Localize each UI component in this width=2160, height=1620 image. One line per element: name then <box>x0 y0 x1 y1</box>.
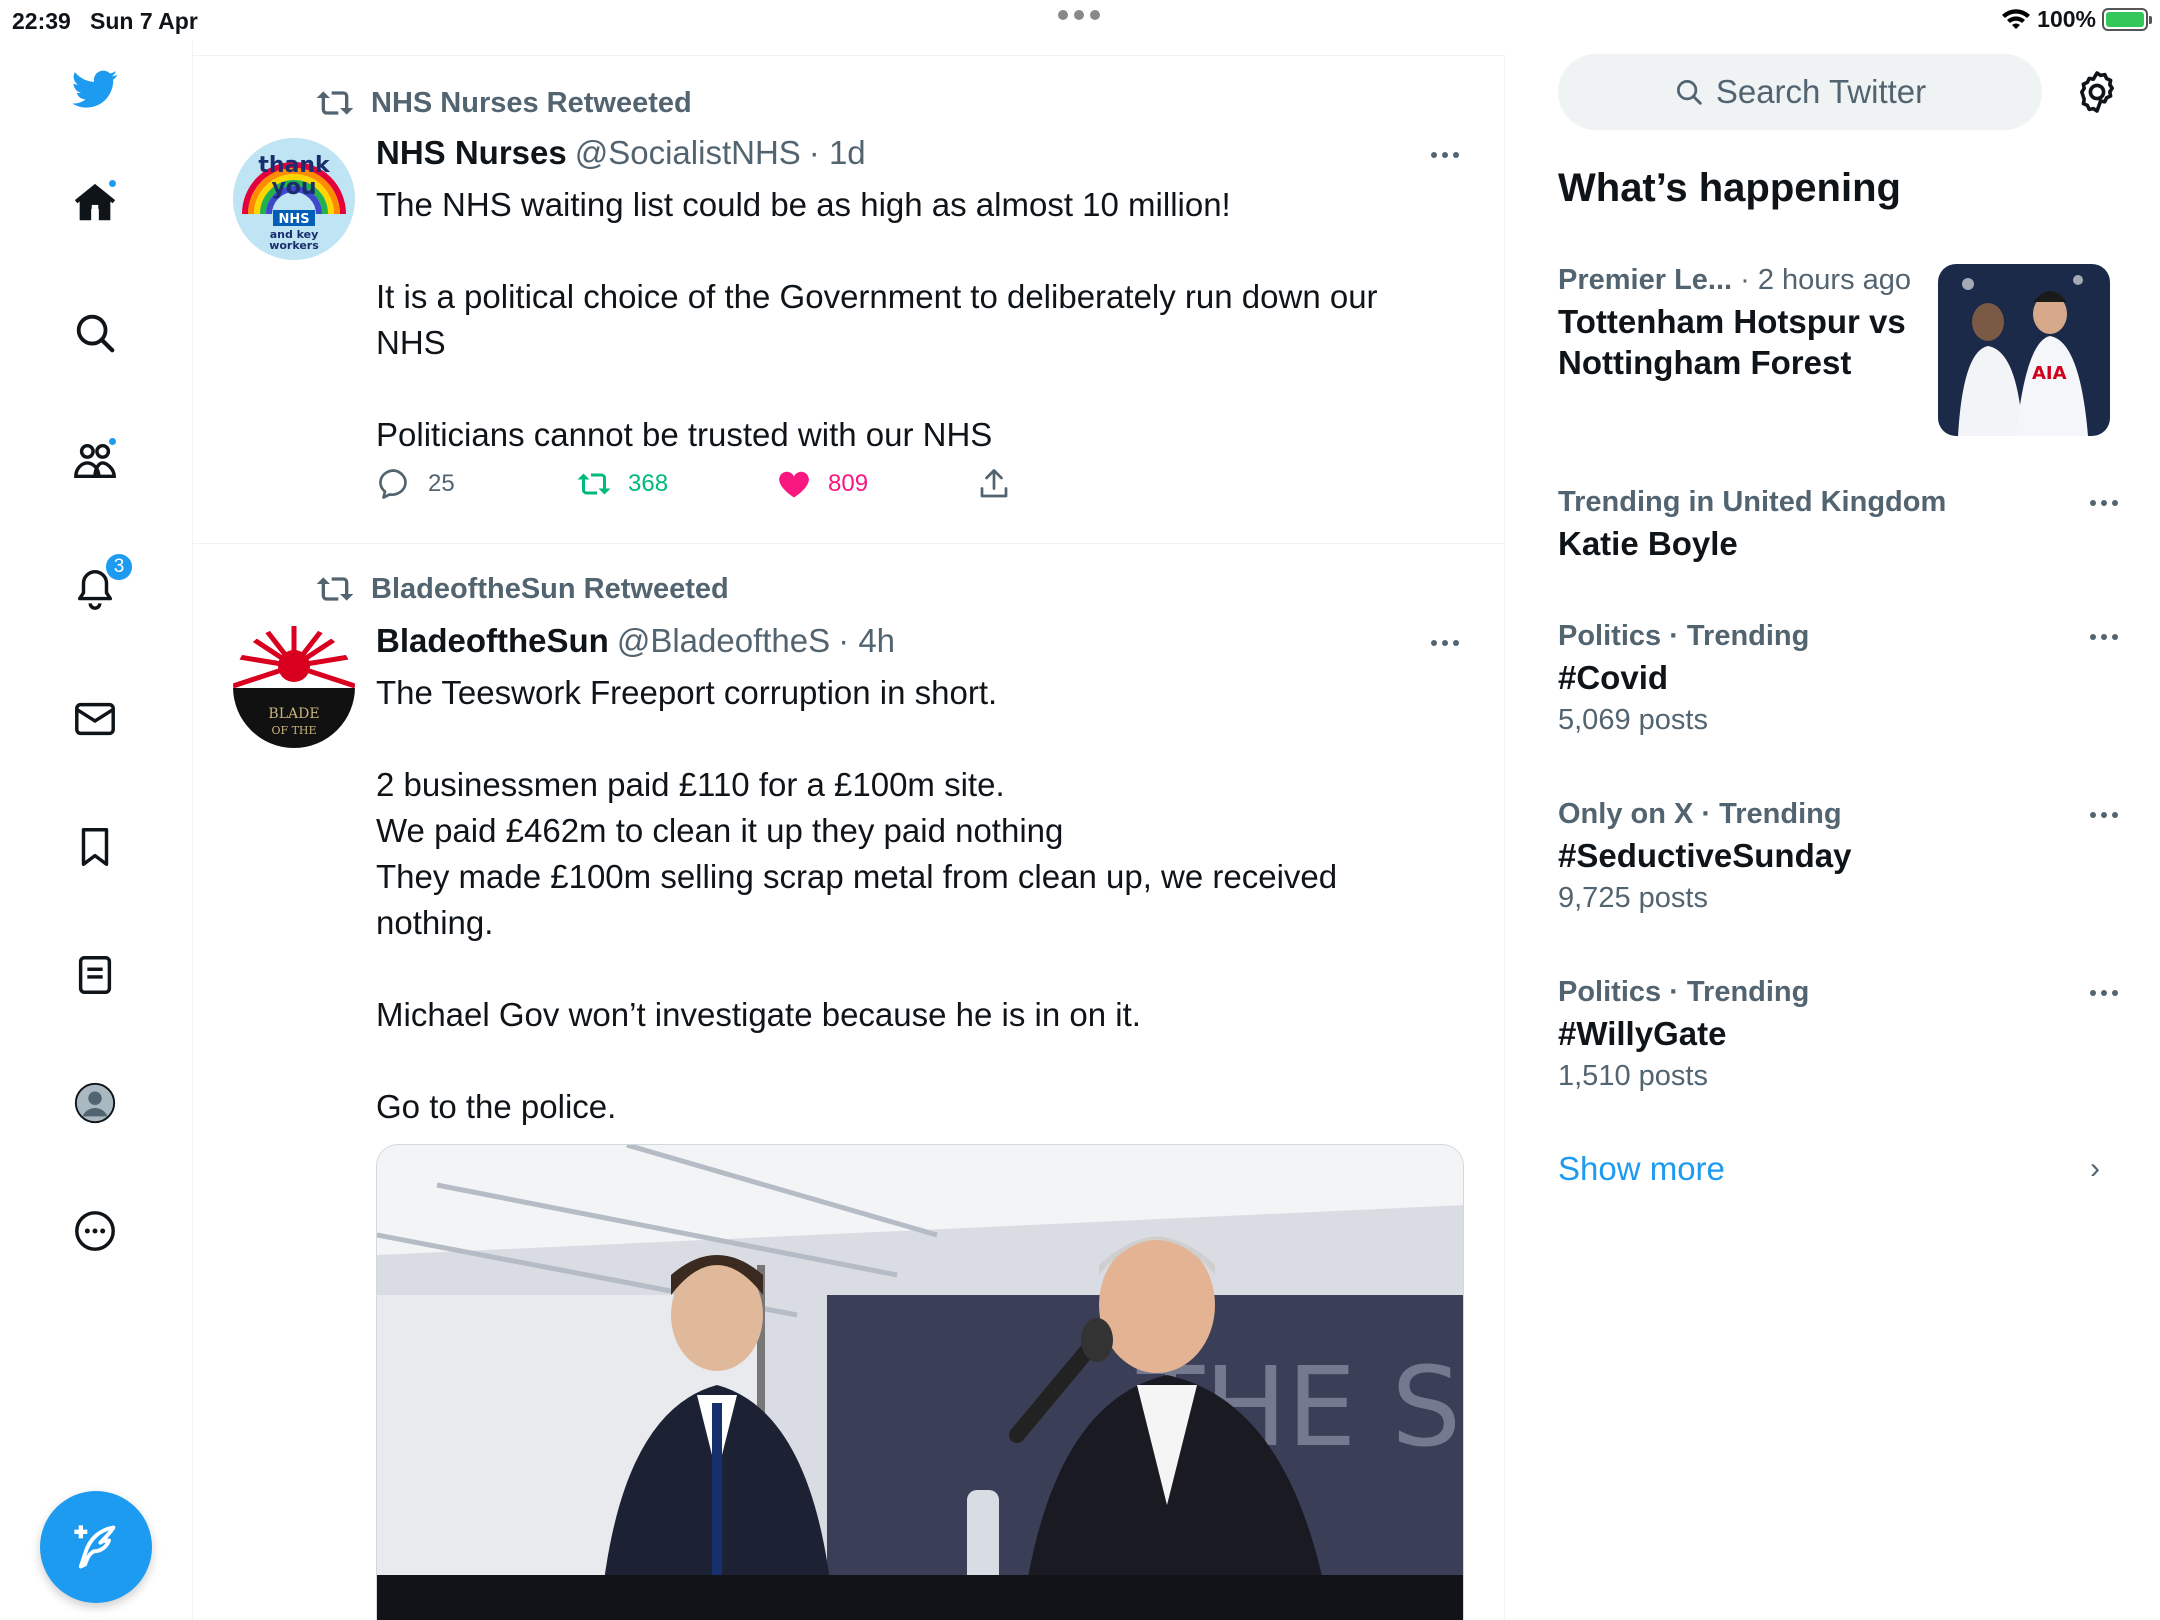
left-navigation: 3 <box>0 40 193 1620</box>
status-bar: 22:39 Sun 7 Apr 100% <box>0 0 2160 40</box>
retweet-icon <box>316 577 354 601</box>
reply-button[interactable]: 25 <box>376 466 576 502</box>
retweet-button[interactable]: 368 <box>576 466 776 502</box>
author-name[interactable]: BladeoftheSun <box>376 622 609 660</box>
chevron-right-icon: › <box>2090 1152 2100 1185</box>
lists-icon[interactable] <box>70 950 120 1000</box>
trend-item[interactable]: Politics · Trending #Covid 5,069 posts <box>1558 620 2118 737</box>
share-icon <box>980 469 1008 498</box>
settings-gear-icon[interactable] <box>2073 68 2121 116</box>
retweet-icon <box>577 473 611 495</box>
author-name[interactable]: NHS Nurses <box>376 134 567 172</box>
tweet-media-image[interactable]: THE SLAG <box>376 1144 1464 1620</box>
trend-item[interactable]: Trending in United Kingdom Katie Boyle <box>1558 486 2118 564</box>
show-more-link[interactable]: Show more <box>1558 1150 1725 1188</box>
heart-icon <box>779 471 809 498</box>
search-icon <box>1676 80 1702 105</box>
tweet-time[interactable]: · 1d <box>809 134 866 172</box>
trend-more-icon[interactable] <box>2090 500 2118 506</box>
tweet-more-icon[interactable] <box>1431 152 1459 158</box>
tweet-text: The Teeswork Freeport corruption in shor… <box>376 674 1338 1125</box>
status-right: 100% <box>2001 6 2152 33</box>
profile-avatar-icon[interactable] <box>70 1078 120 1128</box>
trend-more-icon[interactable] <box>2090 634 2118 640</box>
feather-plus-icon <box>74 1525 116 1569</box>
multitasking-dots[interactable] <box>1058 10 1100 20</box>
communities-unread-dot <box>107 436 118 447</box>
notifications-badge: 3 <box>104 552 134 582</box>
status-time: 22:39 Sun 7 Apr <box>12 8 198 34</box>
svg-text:you: you <box>271 175 316 200</box>
trend-item[interactable]: Premier Le... · 2 hours ago Tottenham Ho… <box>1558 264 1938 383</box>
like-button[interactable]: 809 <box>776 466 976 502</box>
avatar[interactable]: BLADE OF THE <box>233 626 355 748</box>
compose-tweet-button[interactable] <box>40 1491 152 1603</box>
svg-text:BLADE: BLADE <box>268 706 319 722</box>
right-sidebar: Search Twitter What’s happening Premier … <box>1505 40 2160 1620</box>
author-handle[interactable]: @SocialistNHS <box>575 134 801 172</box>
home-unread-dot <box>107 178 118 189</box>
more-options-icon[interactable] <box>70 1206 120 1256</box>
share-button[interactable] <box>976 466 1176 502</box>
wifi-icon <box>2002 8 2031 29</box>
tweet-item[interactable]: NHS Nurses Retweeted thank you NHS and k… <box>193 56 1504 544</box>
tweet-header: NHS Nurses @SocialistNHS · 1d <box>376 134 866 172</box>
trend-thumbnail-image[interactable]: AIA <box>1938 264 2110 436</box>
tweet-text: The NHS waiting list could be as high as… <box>376 186 1378 453</box>
bookmarks-icon[interactable] <box>70 822 120 872</box>
tweet-actions: 25 368 809 <box>376 466 1176 502</box>
battery-icon <box>2102 8 2152 31</box>
reply-icon <box>379 469 407 499</box>
retweeted-by-line: BladeoftheSun Retweeted <box>315 572 729 606</box>
communities-icon[interactable] <box>70 436 120 486</box>
svg-text:AIA: AIA <box>2032 363 2067 384</box>
twitter-logo-icon[interactable] <box>70 64 120 114</box>
whats-happening-heading: What’s happening <box>1558 166 1901 210</box>
battery-percent: 100% <box>2037 6 2096 32</box>
trend-item[interactable]: Politics · Trending #WillyGate 1,510 pos… <box>1558 976 2118 1093</box>
retweeted-by-line: NHS Nurses Retweeted <box>315 86 692 120</box>
trend-item[interactable]: Only on X · Trending #SeductiveSunday 9,… <box>1558 798 2118 915</box>
search-input[interactable]: Search Twitter <box>1558 54 2042 130</box>
avatar[interactable]: thank you NHS and key workers <box>233 138 355 260</box>
trend-more-icon[interactable] <box>2090 812 2118 818</box>
home-icon[interactable] <box>70 178 120 228</box>
author-handle[interactable]: @BladeoftheS <box>617 622 830 660</box>
tweet-header: BladeoftheSun @BladeoftheS · 4h <box>376 622 895 660</box>
svg-text:workers: workers <box>269 239 319 252</box>
explore-search-icon[interactable] <box>70 308 120 358</box>
tweet-time[interactable]: · 4h <box>838 622 895 660</box>
trend-more-icon[interactable] <box>2090 990 2118 996</box>
messages-envelope-icon[interactable] <box>70 694 120 744</box>
retweet-icon <box>316 91 354 115</box>
notifications-bell-icon[interactable]: 3 <box>70 552 134 614</box>
tweet-more-icon[interactable] <box>1431 640 1459 646</box>
tweet-item[interactable]: BladeoftheSun Retweeted BLADE OF THE Bla… <box>193 544 1504 1620</box>
svg-text:OF THE: OF THE <box>271 724 316 737</box>
svg-text:NHS: NHS <box>278 212 309 227</box>
timeline-feed[interactable]: NHS Nurses Retweeted thank you NHS and k… <box>193 55 1505 1620</box>
